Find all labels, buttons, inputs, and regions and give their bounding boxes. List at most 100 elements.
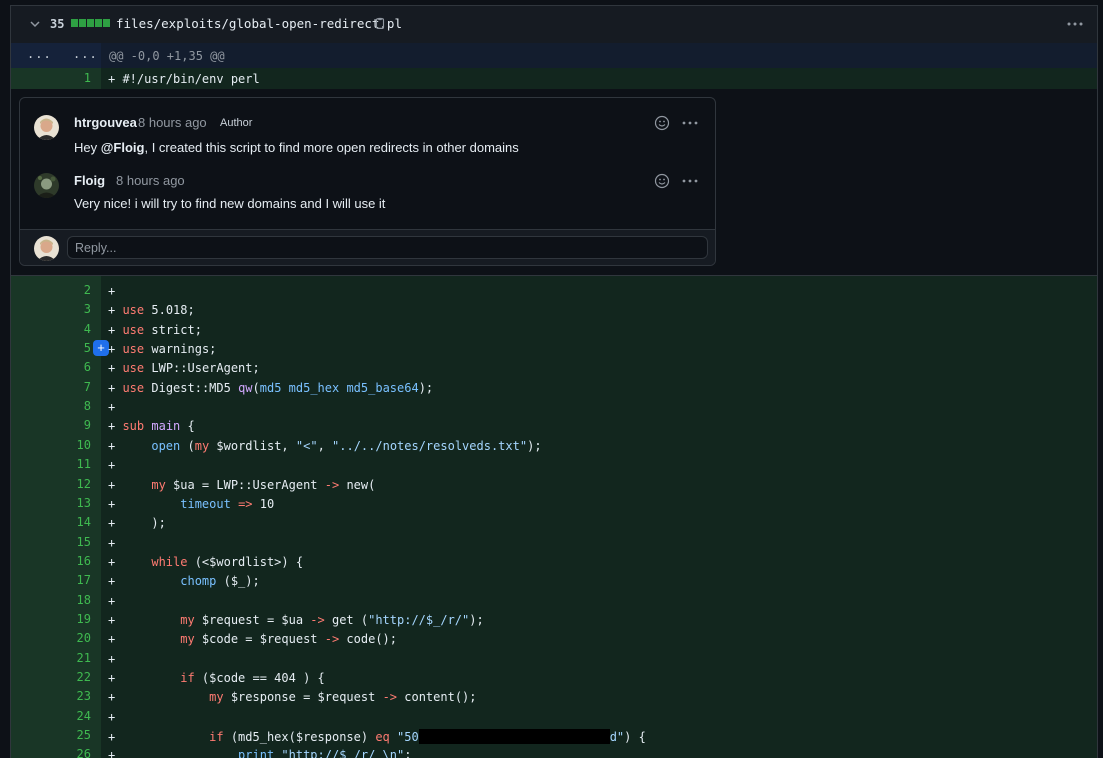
line-number[interactable]: 21: [69, 651, 91, 665]
line-number[interactable]: 10: [69, 438, 91, 452]
comment-menu-icon[interactable]: [681, 115, 699, 131]
diff-line: 6 + use LWP::UserAgent;: [11, 358, 1097, 377]
reply-bar: Reply...: [20, 229, 715, 265]
smiley-icon[interactable]: [654, 115, 670, 131]
comment-time[interactable]: 8 hours ago: [138, 115, 207, 130]
diff-line: 2 +: [11, 281, 1097, 300]
line-number[interactable]: 4: [69, 322, 91, 336]
line-code: + use 5.018;: [108, 303, 195, 318]
diff-line: 23 + my $response = $request -> content()…: [11, 687, 1097, 706]
diff-line: 26 + print "http://$_/r/ \n";: [11, 745, 1097, 758]
avatar: [34, 236, 59, 261]
line-code: + my $ua = LWP::UserAgent -> new(: [108, 477, 376, 492]
comment-body: Very nice! i will try to find new domain…: [74, 196, 386, 211]
diff-line: 8 +: [11, 397, 1097, 416]
expand-up-button[interactable]: ...: [27, 47, 52, 61]
kebab-menu-icon[interactable]: [1065, 14, 1085, 34]
line-number[interactable]: 2: [69, 283, 91, 297]
chevron-down-icon[interactable]: [27, 16, 43, 32]
user-mention[interactable]: @Floig: [101, 140, 145, 155]
line-number[interactable]: 9: [69, 418, 91, 432]
diff-line: 20 + my $code = $request -> code();: [11, 629, 1097, 648]
avatar[interactable]: [34, 173, 59, 198]
expand-down-button[interactable]: ...: [73, 47, 98, 61]
diff-file: 35 files/exploits/global-open-redirect.p…: [10, 5, 1098, 758]
diff-line: 9 + sub main {: [11, 416, 1097, 435]
line-number[interactable]: 8: [69, 399, 91, 413]
diff-line: 4 + use strict;: [11, 320, 1097, 339]
diff-line: 15 +: [11, 533, 1097, 552]
line-code: + if (md5_hex($response) eq "50 d") {: [108, 729, 646, 745]
comment-author[interactable]: Floig: [74, 173, 105, 188]
comment-menu-icon[interactable]: [681, 173, 699, 189]
diff-line: 21 +: [11, 649, 1097, 668]
line-number[interactable]: 3: [69, 302, 91, 316]
diff-line: 17 + chomp ($_);: [11, 571, 1097, 590]
file-header: 35 files/exploits/global-open-redirect.p…: [11, 6, 1097, 44]
hunk-header: ... ... @@ -0,0 +1,35 @@: [11, 43, 1097, 68]
line-number[interactable]: 26: [69, 747, 91, 758]
diff-line-1: 1 + #!/usr/bin/env perl: [11, 68, 1097, 89]
line-number[interactable]: 15: [69, 535, 91, 549]
line-code: +: [108, 593, 116, 608]
line-code: + my $response = $request -> content();: [108, 690, 477, 705]
line-number[interactable]: 7: [69, 380, 91, 394]
line-code: +: [108, 535, 116, 550]
line-code: + use strict;: [108, 322, 202, 337]
diff-line: 3 + use 5.018;: [11, 300, 1097, 319]
add-comment-button[interactable]: +: [93, 340, 109, 357]
line-number[interactable]: 17: [69, 573, 91, 587]
line-code: + use warnings;: [108, 342, 217, 357]
line-code: + );: [108, 516, 166, 531]
diff-line: 5 + + use warnings;: [11, 339, 1097, 358]
line-code: + if ($code == 404 ) {: [108, 671, 325, 685]
hunk-range: @@ -0,0 +1,35 @@: [109, 49, 225, 63]
line-code: + sub main {: [108, 419, 195, 434]
author-badge: Author: [220, 117, 253, 129]
smiley-icon[interactable]: [654, 173, 670, 189]
line-code: + use LWP::UserAgent;: [108, 361, 260, 376]
reply-input[interactable]: Reply...: [67, 236, 708, 259]
line-number[interactable]: 19: [69, 612, 91, 626]
line-code: +: [108, 651, 116, 666]
avatar[interactable]: [34, 115, 59, 140]
diff-line: 13 + timeout => 10: [11, 494, 1097, 513]
line-number[interactable]: 5: [69, 341, 91, 355]
line-number[interactable]: 14: [69, 515, 91, 529]
diff-code-block: 2 +3 + use 5.018; 4 + use strict; 5 + + use war…: [11, 276, 1097, 758]
line-number[interactable]: 25: [69, 728, 91, 742]
comment-body: Hey @Floig, I created this script to fin…: [74, 140, 519, 155]
line-number[interactable]: 6: [69, 360, 91, 374]
diff-line: 11 +: [11, 455, 1097, 474]
file-path[interactable]: files/exploits/global-open-redirect.pl: [116, 16, 402, 31]
line-code: +: [108, 400, 116, 415]
line-number[interactable]: 1: [69, 71, 91, 85]
line-number[interactable]: 23: [69, 689, 91, 703]
line-number[interactable]: 11: [69, 457, 91, 471]
line-number[interactable]: 13: [69, 496, 91, 510]
comment-time[interactable]: 8 hours ago: [116, 173, 185, 188]
line-number[interactable]: 18: [69, 593, 91, 607]
copy-icon[interactable]: [373, 17, 387, 31]
line-number[interactable]: 24: [69, 709, 91, 723]
diff-line: 12 + my $ua = LWP::UserAgent -> new(: [11, 475, 1097, 494]
line-number[interactable]: 12: [69, 477, 91, 491]
line-code: + open (my $wordlist, "<", "../../notes/…: [108, 438, 542, 453]
diff-line: 10 + open (my $wordlist, "<", "../../note…: [11, 436, 1097, 455]
additions-count: 35: [50, 17, 65, 31]
diff-line: 16 + while (<$wordlist>) {: [11, 552, 1097, 571]
line-code: + print "http://$_/r/ \n";: [108, 748, 412, 758]
diff-line: 24 +: [11, 707, 1097, 726]
comment-thread: htrgouvea 8 hours ago Author Hey @Floig,…: [19, 97, 716, 266]
diff-line: 22 + if ($code == 404 ) {: [11, 668, 1097, 687]
diffstat-blocks: [71, 19, 110, 27]
line-number[interactable]: 16: [69, 554, 91, 568]
line-number[interactable]: 22: [69, 670, 91, 684]
line-number[interactable]: 20: [69, 631, 91, 645]
comment-thread-row: htrgouvea 8 hours ago Author Hey @Floig,…: [11, 89, 1097, 276]
diff-line: 14 + );: [11, 513, 1097, 532]
line-code: + timeout => 10: [108, 496, 275, 511]
line-code: +: [108, 458, 116, 473]
line-code: + while (<$wordlist>) {: [108, 554, 304, 569]
comment-author[interactable]: htrgouvea: [74, 115, 137, 130]
